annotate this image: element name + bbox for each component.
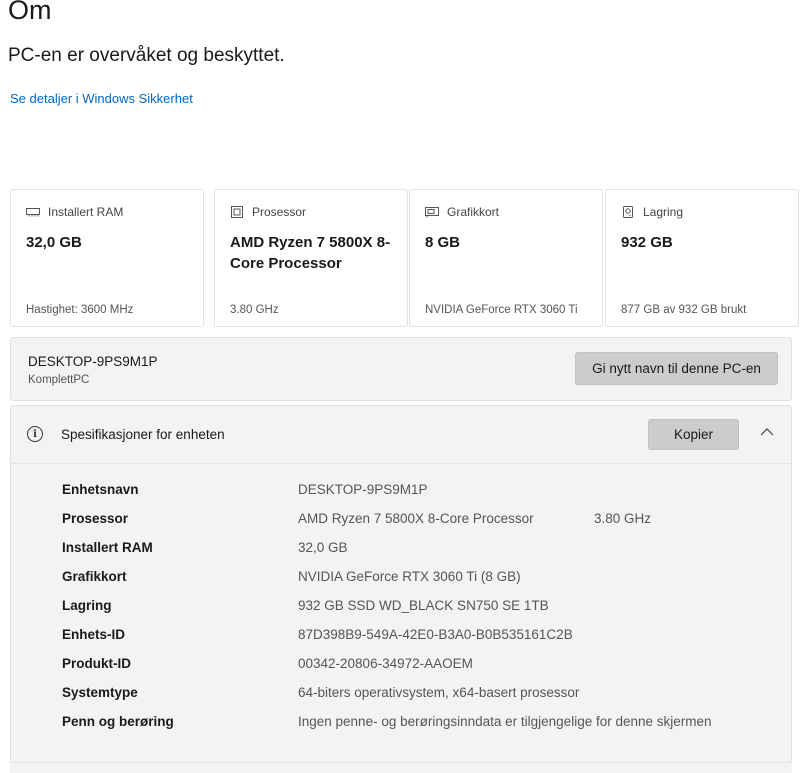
spec-row-storage: Lagring 932 GB SSD WD_BLACK SN750 SE 1TB bbox=[11, 598, 791, 627]
graphics-card-value: 8 GB bbox=[425, 234, 461, 251]
spec-row-device-name: Enhetsnavn DESKTOP-9PS9M1P bbox=[11, 482, 791, 511]
spec-value: NVIDIA GeForce RTX 3060 Ti (8 GB) bbox=[298, 569, 521, 584]
graphics-card-icon bbox=[425, 206, 439, 218]
graphics-card-detail: NVIDIA GeForce RTX 3060 Ti bbox=[425, 304, 578, 316]
chevron-up-icon[interactable] bbox=[759, 424, 775, 440]
ram-card-value: 32,0 GB bbox=[26, 234, 82, 251]
storage-card-label: Lagring bbox=[643, 205, 684, 219]
device-model: KomplettPC bbox=[28, 374, 90, 386]
info-icon: i bbox=[27, 426, 43, 442]
device-specifications-panel: i Spesifikasjoner for enheten Kopier Enh… bbox=[10, 405, 792, 773]
spec-row-device-id: Enhets-ID 87D398B9-549A-42E0-B3A0-B0B535… bbox=[11, 627, 791, 656]
spec-label: Grafikkort bbox=[62, 569, 127, 584]
device-name: DESKTOP-9PS9M1P bbox=[28, 354, 158, 369]
spec-row-system-type: Systemtype 64-biters operativsystem, x64… bbox=[11, 685, 791, 714]
spec-value: 932 GB SSD WD_BLACK SN750 SE 1TB bbox=[298, 598, 549, 613]
graphics-card: Grafikkort 8 GB NVIDIA GeForce RTX 3060 … bbox=[409, 189, 603, 327]
spec-row-pen-touch: Penn og berøring Ingen penne- og berørin… bbox=[11, 714, 791, 743]
ram-card-label: Installert RAM bbox=[48, 205, 124, 219]
spec-label: Systemtype bbox=[62, 685, 138, 700]
storage-card: Lagring 932 GB 877 GB av 932 GB brukt bbox=[605, 189, 799, 327]
spec-extra-value: 3.80 GHz bbox=[594, 511, 652, 526]
spec-row-product-id: Produkt-ID 00342-20806-34972-AAOEM bbox=[11, 656, 791, 685]
ram-icon bbox=[26, 206, 40, 218]
storage-card-detail: 877 GB av 932 GB brukt bbox=[621, 304, 747, 316]
processor-card: Prosessor AMD Ryzen 7 5800X 8-Core Proce… bbox=[214, 189, 408, 327]
processor-card-label: Prosessor bbox=[252, 205, 307, 219]
about-page: Om PC-en er overvåket og beskyttet. Se d… bbox=[0, 0, 810, 773]
spec-label: Enhets-ID bbox=[62, 627, 126, 642]
ram-card-detail: Hastighet: 3600 MHz bbox=[26, 304, 134, 316]
storage-icon bbox=[621, 206, 635, 218]
rename-pc-button[interactable]: Gi nytt navn til denne PC-en bbox=[575, 352, 778, 385]
spec-label: Lagring bbox=[62, 598, 112, 613]
windows-security-link[interactable]: Se detaljer i Windows Sikkerhet bbox=[10, 91, 193, 106]
spec-value: Ingen penne- og berøringsinndata er tilg… bbox=[298, 714, 712, 729]
processor-card-value: AMD Ryzen 7 5800X 8-Core Processor bbox=[230, 234, 391, 272]
processor-card-detail: 3.80 GHz bbox=[230, 304, 279, 316]
spec-value: 32,0 GB bbox=[298, 540, 348, 555]
spec-value: 87D398B9-549A-42E0-B3A0-B0B535161C2B bbox=[298, 627, 573, 642]
spec-value: AMD Ryzen 7 5800X 8-Core Processor bbox=[298, 511, 534, 526]
spec-label: Enhetsnavn bbox=[62, 482, 139, 497]
spec-value: DESKTOP-9PS9M1P bbox=[298, 482, 428, 497]
spec-row-processor: Prosessor AMD Ryzen 7 5800X 8-Core Proce… bbox=[11, 511, 791, 540]
graphics-card-label: Grafikkort bbox=[447, 205, 500, 219]
spec-label: Prosessor bbox=[62, 511, 129, 526]
ram-card: Installert RAM 32,0 GB Hastighet: 3600 M… bbox=[10, 189, 204, 327]
spec-label: Installert RAM bbox=[62, 540, 153, 555]
hardware-summary-cards: Installert RAM 32,0 GB Hastighet: 3600 M… bbox=[10, 189, 799, 329]
device-specifications-title: Spesifikasjoner for enheten bbox=[61, 427, 225, 442]
next-section-edge bbox=[10, 762, 792, 773]
spec-label: Produkt-ID bbox=[62, 656, 131, 671]
spec-value: 00342-20806-34972-AAOEM bbox=[298, 656, 473, 671]
spec-row-graphics: Grafikkort NVIDIA GeForce RTX 3060 Ti (8… bbox=[11, 569, 791, 598]
spec-label: Penn og berøring bbox=[62, 714, 174, 729]
storage-card-value: 932 GB bbox=[621, 234, 673, 251]
processor-icon bbox=[230, 206, 244, 218]
device-name-bar: DESKTOP-9PS9M1P KomplettPC Gi nytt navn … bbox=[10, 337, 792, 401]
copy-button[interactable]: Kopier bbox=[648, 419, 739, 450]
page-title: Om bbox=[8, 0, 52, 25]
spec-value: 64-biters operativsystem, x64-basert pro… bbox=[298, 685, 580, 700]
protection-status: PC-en er overvåket og beskyttet. bbox=[8, 45, 285, 66]
spec-row-ram: Installert RAM 32,0 GB bbox=[11, 540, 791, 569]
device-specifications-header[interactable]: i Spesifikasjoner for enheten Kopier bbox=[11, 406, 791, 464]
